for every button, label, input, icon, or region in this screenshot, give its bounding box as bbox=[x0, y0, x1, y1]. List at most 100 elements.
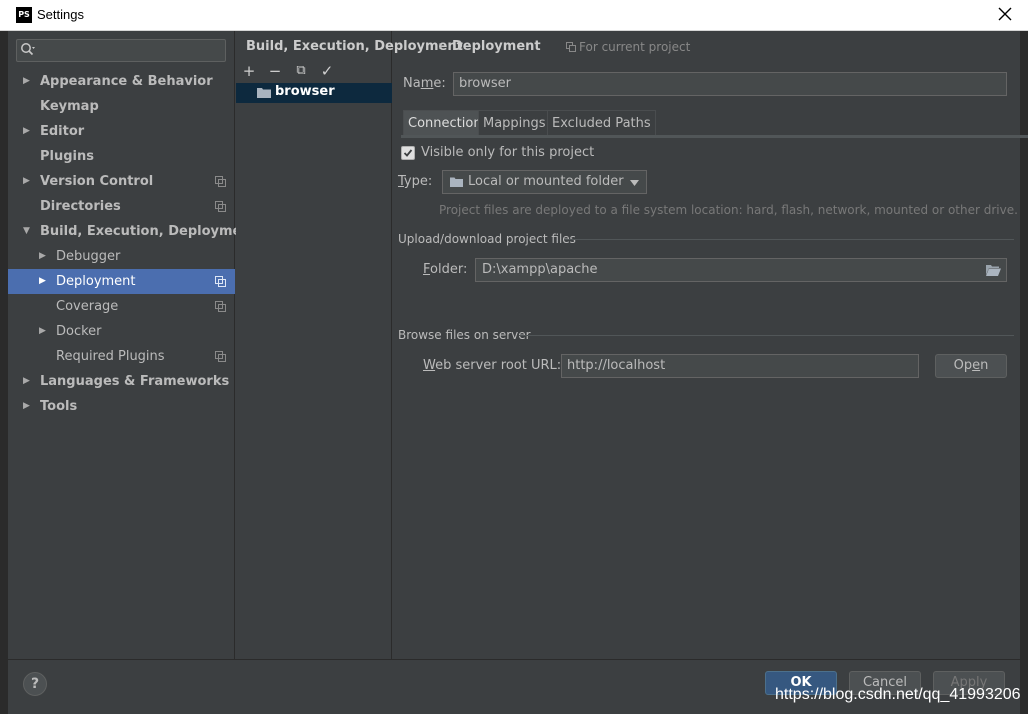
server-list-item[interactable]: browser bbox=[236, 83, 392, 103]
close-icon bbox=[998, 7, 1012, 21]
web-root-url-label: Web server root URL: bbox=[423, 358, 561, 373]
copy-server-button[interactable]: ⧉ bbox=[291, 61, 311, 81]
collapse-arrow-icon[interactable]: ▶ bbox=[23, 69, 33, 94]
name-label-part: Na bbox=[403, 76, 421, 91]
visible-only-label[interactable]: Visible only for this project bbox=[421, 145, 594, 160]
scope-indicator: For current project bbox=[566, 40, 690, 54]
name-label-rest: e: bbox=[433, 76, 446, 91]
open-label-mnemonic: e bbox=[972, 358, 981, 373]
name-label-mnemonic: m bbox=[420, 76, 434, 91]
set-default-button[interactable]: ✓ bbox=[317, 61, 337, 81]
sidebar-item-label: Plugins bbox=[40, 149, 94, 164]
sidebar-item-debugger[interactable]: ▶ Debugger bbox=[8, 244, 235, 269]
tab-mappings-label: Mappings bbox=[483, 116, 546, 131]
visible-only-checkbox[interactable] bbox=[401, 146, 415, 160]
search-icon bbox=[21, 43, 35, 56]
sidebar-item-keymap[interactable]: Keymap bbox=[8, 94, 235, 119]
scope-text: For current project bbox=[579, 40, 691, 54]
close-window-button[interactable] bbox=[996, 5, 1014, 23]
tab-excluded-paths[interactable]: Excluded Paths bbox=[547, 110, 656, 135]
open-button[interactable]: Open bbox=[935, 354, 1007, 378]
sidebar-item-required-plugins[interactable]: Required Plugins bbox=[8, 344, 235, 369]
tab-connection-label: Connection bbox=[408, 116, 482, 131]
folder-icon bbox=[450, 177, 463, 187]
sidebar-item-label: Appearance & Behavior bbox=[40, 74, 213, 89]
collapse-arrow-icon[interactable]: ▶ bbox=[39, 319, 49, 344]
sidebar-item-label: Debugger bbox=[56, 249, 121, 264]
sidebar-item-label: Docker bbox=[56, 324, 102, 339]
sidebar-item-version-control[interactable]: ▶ Version Control bbox=[8, 169, 235, 194]
project-scope-icon bbox=[215, 176, 226, 187]
sidebar-item-label: Deployment bbox=[56, 274, 136, 289]
window-title: Settings bbox=[37, 7, 84, 22]
web-root-url-value: http://localhost bbox=[567, 358, 666, 373]
collapse-arrow-icon[interactable]: ▶ bbox=[39, 269, 49, 294]
plus-icon: + bbox=[242, 62, 256, 80]
expand-arrow-icon[interactable]: ▼ bbox=[23, 219, 33, 244]
project-scope-icon bbox=[215, 351, 226, 362]
collapse-arrow-icon[interactable]: ▶ bbox=[39, 244, 49, 269]
search-input[interactable] bbox=[41, 41, 221, 60]
type-select-value: Local or mounted folder bbox=[468, 174, 624, 189]
sidebar-item-appearance-behavior[interactable]: ▶ Appearance & Behavior bbox=[8, 69, 235, 94]
web-root-url-field[interactable]: http://localhost bbox=[561, 354, 919, 378]
sidebar-item-coverage[interactable]: Coverage bbox=[8, 294, 235, 319]
server-list-toolbar: + − ⧉ ✓ bbox=[236, 61, 392, 83]
open-label-part: Op bbox=[953, 358, 973, 373]
sidebar-item-label: Version Control bbox=[40, 174, 154, 189]
server-list-panel: + − ⧉ ✓ browser bbox=[236, 31, 392, 659]
browse-section-title: Browse files on server bbox=[398, 328, 531, 342]
sidebar-item-build-execution-deployment[interactable]: ▼ Build, Execution, Deployment bbox=[8, 219, 257, 244]
breadcrumb-separator: › bbox=[438, 39, 444, 54]
type-select[interactable]: Local or mounted folder bbox=[442, 170, 647, 194]
phpstorm-app-icon: PS bbox=[16, 7, 32, 23]
server-name-field[interactable]: browser bbox=[453, 72, 1007, 96]
folder-path-value: D:\xampp\apache bbox=[482, 262, 598, 277]
sidebar-item-languages-frameworks[interactable]: ▶ Languages & Frameworks bbox=[8, 369, 235, 394]
sidebar-item-deployment[interactable]: ▶ Deployment bbox=[8, 269, 235, 294]
name-label: Name: bbox=[403, 76, 446, 91]
sidebar-item-label: Keymap bbox=[40, 99, 99, 114]
type-hint: Project files are deployed to a file sys… bbox=[439, 203, 1018, 217]
remove-server-button[interactable]: − bbox=[265, 61, 285, 81]
upload-section-title: Upload/download project files bbox=[398, 232, 576, 246]
sidebar-item-label: Languages & Frameworks bbox=[40, 374, 230, 389]
type-label: Type: bbox=[398, 174, 432, 189]
tab-mappings[interactable]: Mappings bbox=[478, 110, 551, 135]
folder-label-rest: older: bbox=[430, 262, 468, 277]
open-label-rest: n bbox=[980, 358, 989, 373]
folder-label: Folder: bbox=[423, 262, 467, 277]
sidebar-item-docker[interactable]: ▶ Docker bbox=[8, 319, 235, 344]
breadcrumb-parent: Build, Execution, Deployment bbox=[246, 39, 463, 54]
section-divider bbox=[519, 335, 1014, 336]
sidebar-item-tools[interactable]: ▶ Tools bbox=[8, 394, 235, 419]
window-title-bar: PS Settings bbox=[0, 0, 1028, 31]
settings-sidebar: ▶ Appearance & Behavior Keymap ▶ Editor Plugi… bbox=[8, 31, 257, 659]
tab-connection[interactable]: Connection bbox=[403, 110, 487, 135]
sidebar-item-editor[interactable]: ▶ Editor bbox=[8, 119, 235, 144]
add-server-button[interactable]: + bbox=[239, 61, 259, 81]
folder-path-field[interactable]: D:\xampp\apache bbox=[475, 258, 1007, 282]
server-name: browser bbox=[275, 84, 335, 99]
collapse-arrow-icon[interactable]: ▶ bbox=[23, 369, 33, 394]
url-label-rest: eb server root URL: bbox=[435, 358, 562, 373]
chevron-down-icon bbox=[630, 180, 639, 186]
checkmark-icon bbox=[403, 149, 413, 157]
background-window-strip-right bbox=[1020, 31, 1028, 714]
breadcrumb-current: Deployment bbox=[452, 39, 541, 54]
browse-folder-icon[interactable] bbox=[986, 264, 1001, 276]
project-scope-icon bbox=[215, 276, 226, 287]
sidebar-item-label: Build, Execution, Deployment bbox=[40, 224, 257, 239]
settings-search[interactable] bbox=[16, 39, 226, 62]
collapse-arrow-icon[interactable]: ▶ bbox=[23, 169, 33, 194]
watermark-text: https://blog.csdn.net/qq_41993206 bbox=[775, 686, 1021, 703]
type-label-rest: ype: bbox=[403, 174, 433, 189]
sidebar-item-label: Required Plugins bbox=[56, 349, 165, 364]
collapse-arrow-icon[interactable]: ▶ bbox=[23, 394, 33, 419]
sidebar-item-directories[interactable]: Directories bbox=[8, 194, 235, 219]
help-button[interactable]: ? bbox=[23, 672, 47, 696]
sidebar-item-label: Directories bbox=[40, 199, 121, 214]
sidebar-item-label: Coverage bbox=[56, 299, 119, 314]
collapse-arrow-icon[interactable]: ▶ bbox=[23, 119, 33, 144]
sidebar-item-plugins[interactable]: Plugins bbox=[8, 144, 235, 169]
